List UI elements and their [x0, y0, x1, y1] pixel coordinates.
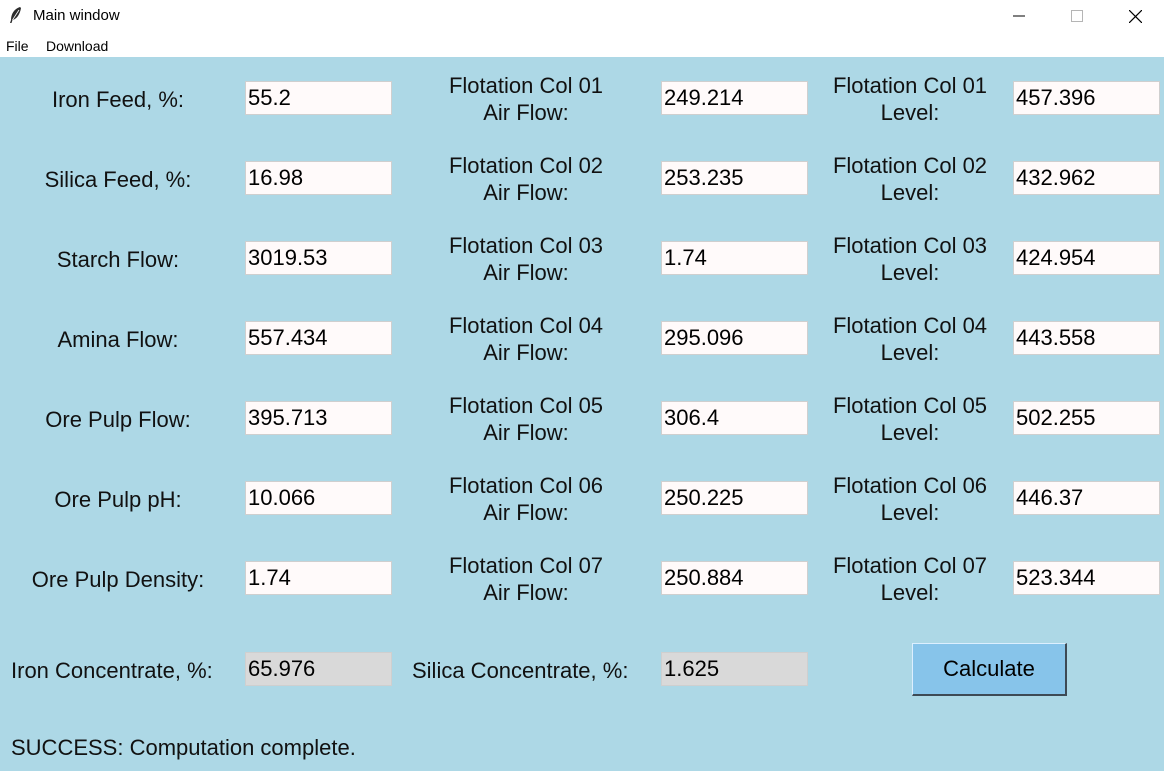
col06-level-label-line2: Level: — [880, 500, 940, 525]
col01-level-input[interactable]: 457.396 — [1013, 81, 1160, 115]
col04-level-label-line1: Flotation Col 04 — [832, 313, 988, 338]
title-bar: Main window — [0, 0, 1164, 33]
ore-pulp-density-input[interactable]: 1.74 — [245, 561, 392, 595]
col03-air-flow-input[interactable]: 1.74 — [661, 241, 808, 275]
menu-download[interactable]: Download — [46, 38, 108, 54]
col07-level-input[interactable]: 523.344 — [1013, 561, 1160, 595]
minimize-icon — [1013, 15, 1025, 17]
ore-pulp-density-label: Ore Pulp Density: — [31, 567, 205, 592]
ore-pulp-ph-input[interactable]: 10.066 — [245, 481, 392, 515]
main-panel: Iron Feed, %: 55.2 Flotation Col 01 Air … — [0, 57, 1164, 771]
col02-level-label-line2: Level: — [880, 180, 940, 205]
col01-level-label: Flotation Col 01 Level: — [812, 72, 1008, 126]
menu-file[interactable]: File — [6, 38, 29, 54]
col04-air-flow-label-line2: Air Flow: — [483, 340, 569, 365]
close-button[interactable] — [1106, 0, 1164, 32]
calculate-button[interactable]: Calculate — [912, 643, 1067, 696]
col07-air-flow-input[interactable]: 250.884 — [661, 561, 808, 595]
col07-air-flow-label: Flotation Col 07 Air Flow: — [418, 552, 634, 606]
col07-air-flow-label-line1: Flotation Col 07 — [448, 553, 604, 578]
iron-concentrate-output: 65.976 — [245, 652, 392, 686]
amina-flow-label: Amina Flow: — [57, 327, 179, 352]
col06-air-flow-input[interactable]: 250.225 — [661, 481, 808, 515]
col01-air-flow-input[interactable]: 249.214 — [661, 81, 808, 115]
col01-air-flow-label: Flotation Col 01 Air Flow: — [418, 72, 634, 126]
col05-level-input[interactable]: 502.255 — [1013, 401, 1160, 435]
col02-air-flow-input[interactable]: 253.235 — [661, 161, 808, 195]
col03-air-flow-label: Flotation Col 03 Air Flow: — [418, 232, 634, 286]
col01-level-label-line2: Level: — [880, 100, 940, 125]
col06-air-flow-label-line1: Flotation Col 06 — [448, 473, 604, 498]
col04-level-input[interactable]: 443.558 — [1013, 321, 1160, 355]
col05-level-label-line2: Level: — [880, 420, 940, 445]
col05-air-flow-label: Flotation Col 05 Air Flow: — [418, 392, 634, 446]
ore-pulp-flow-input[interactable]: 395.713 — [245, 401, 392, 435]
ore-pulp-flow-label: Ore Pulp Flow: — [45, 407, 191, 432]
col01-air-flow-label-line2: Air Flow: — [483, 100, 569, 125]
maximize-button[interactable] — [1048, 0, 1106, 32]
col02-air-flow-label-line2: Air Flow: — [483, 180, 569, 205]
iron-feed-label: Iron Feed, %: — [51, 87, 185, 112]
col05-level-label-line1: Flotation Col 05 — [832, 393, 988, 418]
col07-air-flow-label-line2: Air Flow: — [483, 580, 569, 605]
maximize-icon — [1071, 10, 1083, 22]
col03-level-label: Flotation Col 03 Level: — [812, 232, 1008, 286]
col03-air-flow-label-line1: Flotation Col 03 — [448, 233, 604, 258]
close-icon — [1128, 9, 1142, 23]
feather-icon — [8, 6, 24, 24]
silica-concentrate-output: 1.625 — [661, 652, 808, 686]
silica-feed-input[interactable]: 16.98 — [245, 161, 392, 195]
iron-concentrate-label: Iron Concentrate, %: — [11, 658, 213, 683]
col05-air-flow-label-line2: Air Flow: — [483, 420, 569, 445]
col06-level-input[interactable]: 446.37 — [1013, 481, 1160, 515]
col06-air-flow-label: Flotation Col 06 Air Flow: — [418, 472, 634, 526]
silica-concentrate-label: Silica Concentrate, %: — [412, 658, 629, 683]
col01-level-label-line1: Flotation Col 01 — [832, 73, 988, 98]
col03-air-flow-label-line2: Air Flow: — [483, 260, 569, 285]
col03-level-label-line1: Flotation Col 03 — [832, 233, 988, 258]
col04-level-label-line2: Level: — [880, 340, 940, 365]
col04-air-flow-input[interactable]: 295.096 — [661, 321, 808, 355]
amina-flow-input[interactable]: 557.434 — [245, 321, 392, 355]
col05-air-flow-label-line1: Flotation Col 05 — [448, 393, 604, 418]
window-title: Main window — [33, 7, 120, 24]
col03-level-label-line2: Level: — [880, 260, 940, 285]
col03-level-input[interactable]: 424.954 — [1013, 241, 1160, 275]
col06-level-label: Flotation Col 06 Level: — [812, 472, 1008, 526]
col02-level-label-line1: Flotation Col 02 — [832, 153, 988, 178]
col06-level-label-line1: Flotation Col 06 — [832, 473, 988, 498]
col07-level-label-line2: Level: — [880, 580, 940, 605]
col07-level-label-line1: Flotation Col 07 — [832, 553, 988, 578]
col04-air-flow-label: Flotation Col 04 Air Flow: — [418, 312, 634, 366]
col01-air-flow-label-line1: Flotation Col 01 — [448, 73, 604, 98]
col05-level-label: Flotation Col 05 Level: — [812, 392, 1008, 446]
col06-air-flow-label-line2: Air Flow: — [483, 500, 569, 525]
col04-level-label: Flotation Col 04 Level: — [812, 312, 1008, 366]
status-message: SUCCESS: Computation complete. — [11, 735, 356, 760]
iron-feed-input[interactable]: 55.2 — [245, 81, 392, 115]
col02-air-flow-label-line1: Flotation Col 02 — [448, 153, 604, 178]
col02-level-input[interactable]: 432.962 — [1013, 161, 1160, 195]
ore-pulp-ph-label: Ore Pulp pH: — [54, 487, 182, 512]
col02-level-label: Flotation Col 02 Level: — [812, 152, 1008, 206]
col07-level-label: Flotation Col 07 Level: — [812, 552, 1008, 606]
menu-bar: File Download — [0, 33, 1164, 57]
silica-feed-label: Silica Feed, %: — [44, 167, 192, 192]
starch-flow-label: Starch Flow: — [56, 247, 180, 272]
starch-flow-input[interactable]: 3019.53 — [245, 241, 392, 275]
col05-air-flow-input[interactable]: 306.4 — [661, 401, 808, 435]
col02-air-flow-label: Flotation Col 02 Air Flow: — [418, 152, 634, 206]
col04-air-flow-label-line1: Flotation Col 04 — [448, 313, 604, 338]
minimize-button[interactable] — [990, 0, 1048, 32]
